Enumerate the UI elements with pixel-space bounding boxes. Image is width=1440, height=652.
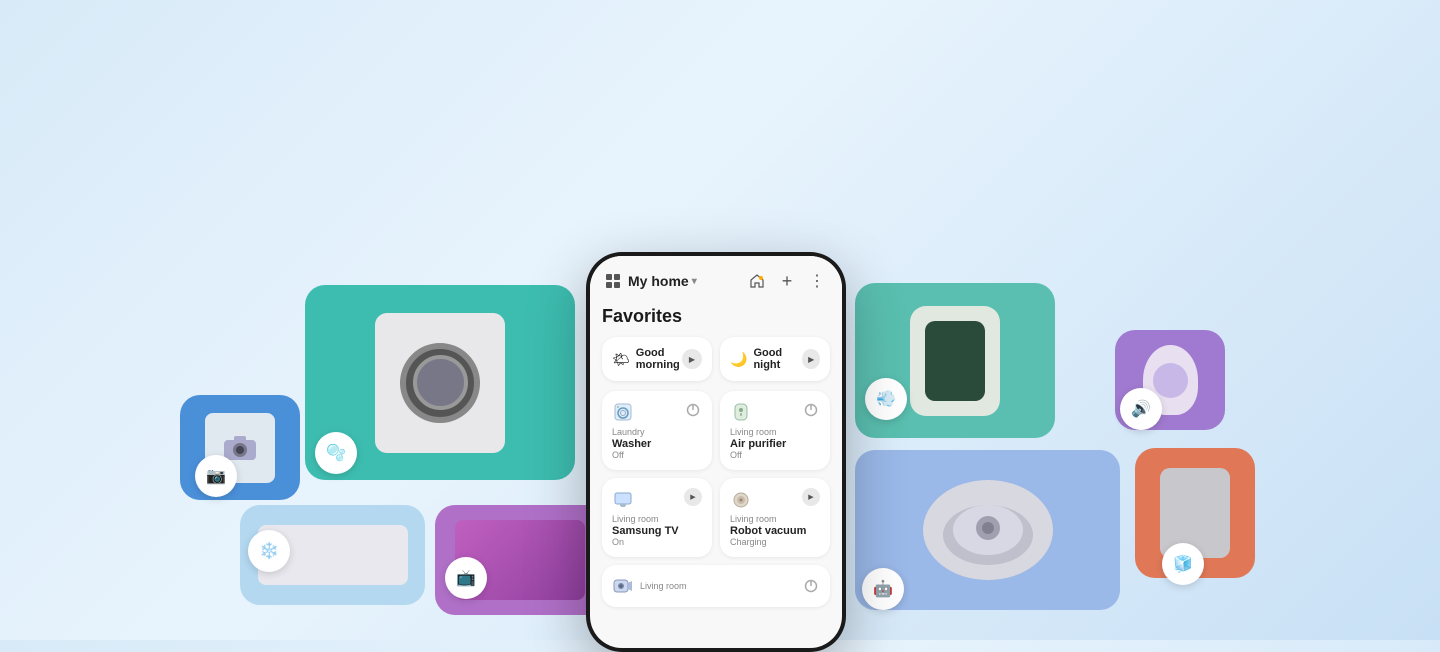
device-tile-vacuum[interactable]: ▶ Living room Robot vacuum Charging [720,478,830,557]
favorites-title: Favorites [602,306,830,327]
phone-content: Favorites 🌤 Goodmorning ▶ 🌙 Good night [590,300,842,648]
card-badge-ac: ❄️ [248,530,290,572]
washer-image [375,313,505,453]
morning-play-button[interactable]: ▶ [682,349,702,369]
routine-good-night[interactable]: 🌙 Good night ▶ [720,337,830,381]
purifier-power-btn[interactable] [802,401,820,419]
speaker-dome [1153,363,1188,398]
washer-door [400,343,480,423]
tv-room: Living room [612,514,702,524]
vacuum-status: Charging [730,537,820,547]
washer-tile-header [612,401,702,423]
card-badge-speaker: 🔊 [1120,388,1162,430]
camera-svg [222,434,258,462]
bottom-device-power-btn[interactable] [802,577,820,595]
washer-name: Washer [612,438,702,450]
vacuum-tile-header: ▶ [730,488,820,510]
card-badge-tv: 📺 [445,557,487,599]
night-play-button[interactable]: ▶ [802,349,820,369]
device-tile-tv[interactable]: ▶ Living room Samsung TV On [602,478,712,557]
vacuum-image [923,480,1053,580]
bottom-device-camera[interactable]: Living room [602,565,830,607]
grid-icon [604,272,622,290]
smart-home-icon[interactable] [746,270,768,292]
devices-grid: Laundry Washer Off [602,391,830,557]
menu-icon[interactable]: ⋮ [806,270,828,292]
phone-frame: My home ▾ + ⋮ Favorites [586,252,846,652]
card-badge-camera: 📷 [195,455,237,497]
night-emoji: 🌙 [730,351,747,368]
tv-name: Samsung TV [612,525,702,537]
vacuum-name: Robot vacuum [730,525,820,537]
purifier-room: Living room [730,427,820,437]
home-title-text: My home [628,273,689,289]
tv-status: On [612,537,702,547]
washer-tile-icon [612,401,634,423]
purifier-tile-header [730,401,820,423]
vacuum-room: Living room [730,514,820,524]
purifier-status: Off [730,450,820,460]
phone-header: My home ▾ + ⋮ [590,256,842,300]
purifier-tile-icon [730,401,752,423]
card-badge-vacuum: 🤖 [862,568,904,610]
washer-door-inner [413,355,468,410]
dropdown-arrow: ▾ [692,276,697,287]
washer-room: Laundry [612,427,702,437]
card-badge-fridge: 🧊 [1162,543,1204,585]
tv-play-btn[interactable]: ▶ [684,488,702,506]
routine-morning-info: 🌤 Goodmorning [612,347,680,371]
phone-screen: My home ▾ + ⋮ Favorites [590,256,842,648]
vacuum-svg [938,490,1038,570]
routines-row: 🌤 Goodmorning ▶ 🌙 Good night ▶ [602,337,830,381]
add-icon[interactable]: + [776,270,798,292]
vacuum-play-btn[interactable]: ▶ [802,488,820,506]
card-badge-washer: 🫧 [315,432,357,474]
bottom-device-room: Living room [640,581,802,591]
bottom-camera-icon [612,575,634,597]
routine-night-info: 🌙 Good night [730,347,802,371]
card-badge-purifier: 💨 [865,378,907,420]
washer-power-btn[interactable] [684,401,702,419]
tv-tile-icon [612,488,634,510]
vacuum-tile-icon [730,488,752,510]
phone-mockup: My home ▾ + ⋮ Favorites [586,252,846,652]
bottom-device-info: Living room [640,581,802,592]
device-tile-purifier[interactable]: Living room Air purifier Off [720,391,830,470]
routine-good-morning[interactable]: 🌤 Goodmorning ▶ [602,337,712,381]
purifier-name: Air purifier [730,438,820,450]
night-label: Good night [753,347,802,371]
purifier-image [910,306,1000,416]
header-title: My home ▾ [628,273,746,289]
washer-status: Off [612,450,702,460]
tv-tile-header: ▶ [612,488,702,510]
purifier-inner [925,321,985,401]
fridge-image [1160,468,1230,558]
morning-label: Goodmorning [636,347,680,371]
device-tile-washer[interactable]: Laundry Washer Off [602,391,712,470]
morning-emoji: 🌤 [612,351,630,368]
header-actions: + ⋮ [746,270,828,292]
